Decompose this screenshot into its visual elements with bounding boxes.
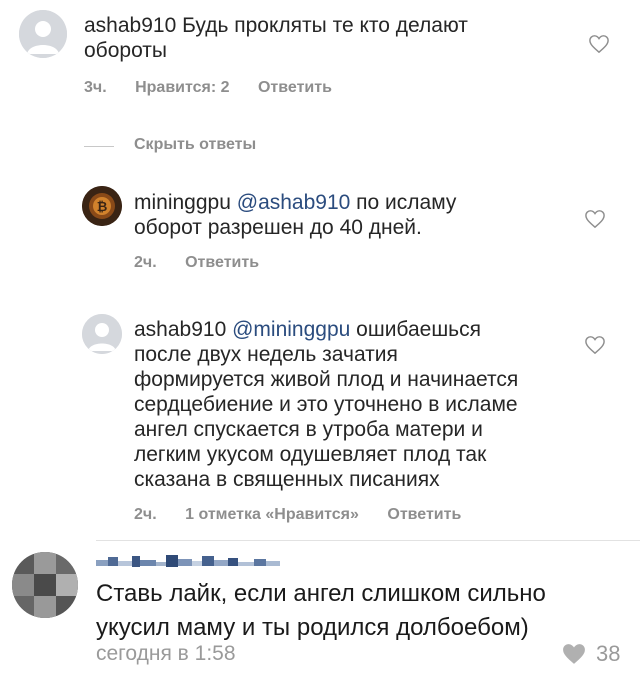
reply-button[interactable]: Ответить — [258, 79, 332, 97]
reply-body: mininggpu @ashab910 по исламу оборот раз… — [134, 190, 564, 240]
reply-button[interactable]: Ответить — [387, 506, 461, 524]
heart-outline-icon[interactable] — [584, 335, 606, 355]
reply-button[interactable]: Ответить — [185, 254, 259, 272]
comment-likes[interactable]: Нравится: 2 — [135, 79, 229, 97]
section-divider — [96, 540, 640, 541]
comment-text-line: сказана в священных писаниях — [134, 468, 440, 491]
avatar[interactable] — [12, 552, 78, 618]
vk-comment-line: Ставь лайк, если ангел слишком сильно — [96, 580, 546, 607]
heart-outline-icon[interactable] — [588, 34, 610, 54]
comment-text: ошибаешься — [356, 318, 481, 341]
comment-meta: 2ч. Ответить — [134, 254, 259, 272]
bitcoin-avatar-icon: ₿ — [82, 186, 122, 226]
comment-username[interactable]: ashab910 — [134, 318, 226, 341]
comment-text-continued: оборот разрешен до 40 дней. — [134, 216, 422, 239]
comment-text-line: ангел спускается в утроба матери и — [134, 418, 483, 441]
vk-like-count: 38 — [596, 641, 621, 666]
comment-text-line: легким укусом одушевляет плод так — [134, 443, 487, 466]
comment-meta: 3ч. Нравится: 2 Ответить — [84, 79, 332, 97]
vk-comment-time[interactable]: сегодня в 1:58 — [96, 642, 236, 666]
comment-username[interactable]: ashab910 — [84, 14, 176, 37]
censored-username — [96, 555, 280, 567]
comment-text: по исламу — [356, 191, 457, 214]
comment-likes[interactable]: 1 отметка «Нравится» — [185, 506, 359, 524]
mention-link[interactable]: @ashab910 — [237, 191, 351, 214]
comment-time: 3ч. — [84, 79, 107, 96]
heart-outline-icon[interactable] — [584, 209, 606, 229]
reply-body: ashab910 @mininggpu ошибаешься после дву… — [134, 317, 574, 492]
avatar-placeholder-icon — [19, 10, 67, 58]
svg-text:₿: ₿ — [97, 200, 108, 215]
comment-time: 2ч. — [134, 506, 157, 523]
comment-text-line: после двух недель зачатия — [134, 343, 398, 366]
vk-comment-text: Ставь лайк, если ангел слишком сильно ук… — [96, 577, 616, 645]
heart-filled-icon — [563, 644, 585, 664]
mention-link[interactable]: @mininggpu — [232, 318, 350, 341]
comment-text-line: сердцебиение и это уточнено в исламе — [134, 393, 518, 416]
comment-text-line: формируется живой плод и начинается — [134, 368, 519, 391]
comment-text-continued: обороты — [84, 39, 167, 62]
avatar[interactable] — [19, 10, 67, 58]
vk-like-button[interactable]: 38 — [560, 641, 620, 667]
comment-meta: 2ч. 1 отметка «Нравится» Ответить — [134, 506, 461, 524]
comment-text: Будь прокляты те кто делают — [182, 14, 468, 37]
comment-time: 2ч. — [134, 254, 157, 271]
avatar[interactable] — [82, 314, 122, 354]
avatar-placeholder-icon — [82, 314, 122, 354]
avatar[interactable]: ₿ — [82, 186, 122, 226]
replies-divider — [84, 146, 114, 147]
comment-username[interactable]: mininggpu — [134, 191, 231, 214]
pixelated-avatar-icon — [12, 552, 78, 618]
hide-replies-button[interactable]: Скрыть ответы — [134, 136, 256, 154]
vk-comment-line: укусил маму и ты родился долбоебом) — [96, 614, 529, 641]
comment-body: ashab910 Будь прокляты те кто делают обо… — [84, 13, 554, 63]
